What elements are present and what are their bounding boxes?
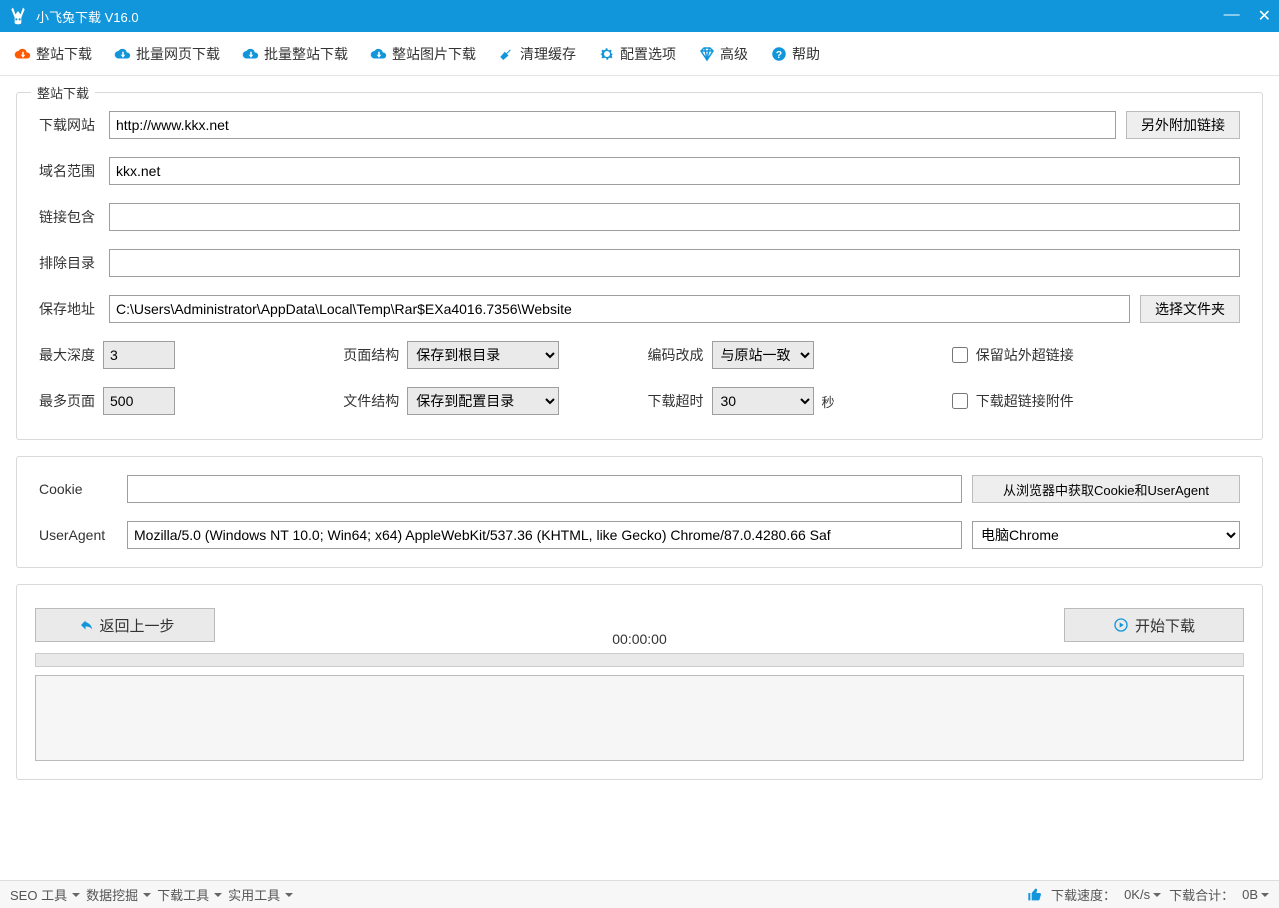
label-depth: 最大深度 [39,345,95,365]
url-input[interactable] [109,111,1116,139]
tool-help[interactable]: ? 帮助 [770,44,820,64]
help-icon: ? [770,45,788,63]
useragent-input[interactable] [127,521,962,549]
exclude-input[interactable] [109,249,1240,277]
cloud-download-icon [14,45,32,63]
label-domain: 域名范围 [39,161,109,181]
timeout-select[interactable]: 30 [712,387,814,415]
total-value[interactable]: 0B [1242,887,1269,902]
cloud-download-icon [370,45,388,63]
depth-input[interactable] [103,341,175,369]
broom-icon [498,45,516,63]
main-form: 整站下载 下载网站 另外附加链接 域名范围 链接包含 排除目录 保存地址 选择文… [16,92,1263,440]
toolbar: 整站下载 批量网页下载 批量整站下载 整站图片下载 清理缓存 配置选项 高级 ?… [0,32,1279,76]
tool-batch-page[interactable]: 批量网页下载 [114,44,220,64]
back-arrow-icon [75,616,93,634]
form-legend: 整站下载 [31,83,95,102]
label-encoding: 编码改成 [648,345,704,365]
tool-batch-site[interactable]: 批量整站下载 [242,44,348,64]
label-timeout: 下载超时 [648,391,704,411]
close-button[interactable]: ✕ [1258,6,1271,26]
get-cookie-button[interactable]: 从浏览器中获取Cookie和UserAgent [972,475,1240,503]
browse-folder-button[interactable]: 选择文件夹 [1140,295,1240,323]
tool-site-download[interactable]: 整站下载 [14,44,92,64]
label-exclude: 排除目录 [39,253,109,273]
diamond-icon [698,45,716,63]
gear-icon [598,45,616,63]
label-filestruct: 文件结构 [343,391,399,411]
tool-advanced[interactable]: 高级 [698,44,748,64]
progress-bar [35,653,1244,667]
thumbs-up-icon [1027,887,1043,903]
timer-text: 00:00:00 [612,631,667,647]
label-cookie: Cookie [39,481,127,497]
cloud-download-icon [114,45,132,63]
status-menu-util[interactable]: 实用工具 [228,885,293,904]
attach-link-button[interactable]: 另外附加链接 [1126,111,1240,139]
label-pagestruct: 页面结构 [343,345,399,365]
domain-input[interactable] [109,157,1240,185]
status-bar: SEO 工具 数据挖掘 下载工具 实用工具 下载速度： 0K/s 下载合计： 0… [0,880,1279,908]
tool-site-images[interactable]: 整站图片下载 [370,44,476,64]
tool-clear-cache[interactable]: 清理缓存 [498,44,576,64]
keep-external-links-checkbox[interactable] [952,347,968,363]
minimize-button[interactable]: — [1224,6,1240,26]
start-download-button[interactable]: 开始下载 [1064,608,1244,642]
pages-input[interactable] [103,387,175,415]
label-dlattach: 下载超链接附件 [976,391,1074,411]
useragent-type-select[interactable]: 电脑Chrome [972,521,1240,549]
filestruct-select[interactable]: 保存到配置目录 [407,387,559,415]
total-label: 下载合计： [1169,885,1234,904]
label-url: 下载网站 [39,115,109,135]
label-keeplinks: 保留站外超链接 [976,345,1074,365]
label-pages: 最多页面 [39,391,95,411]
status-menu-data[interactable]: 数据挖掘 [86,885,151,904]
encoding-select[interactable]: 与原站一致 [712,341,814,369]
speed-label: 下载速度： [1051,885,1116,904]
http-form: Cookie 从浏览器中获取Cookie和UserAgent UserAgent… [16,456,1263,568]
play-icon [1113,617,1129,633]
label-include: 链接包含 [39,207,109,227]
back-button[interactable]: 返回上一步 [35,608,215,642]
status-menu-seo[interactable]: SEO 工具 [10,885,80,904]
label-seconds: 秒 [822,392,835,411]
title-bar: 小飞兔下载 V16.0 — ✕ [0,0,1279,32]
status-menu-download[interactable]: 下载工具 [157,885,222,904]
svg-text:?: ? [776,48,782,60]
cookie-input[interactable] [127,475,962,503]
action-panel: 返回上一步 00:00:00 开始下载 [16,584,1263,780]
window-title: 小飞兔下载 V16.0 [36,7,1224,26]
include-input[interactable] [109,203,1240,231]
savepath-input[interactable] [109,295,1130,323]
label-savepath: 保存地址 [39,299,109,319]
tool-settings[interactable]: 配置选项 [598,44,676,64]
pagestruct-select[interactable]: 保存到根目录 [407,341,559,369]
label-useragent: UserAgent [39,527,127,543]
cloud-download-icon [242,45,260,63]
speed-value[interactable]: 0K/s [1124,887,1161,902]
app-logo-icon [8,6,28,26]
download-attachments-checkbox[interactable] [952,393,968,409]
log-output [35,675,1244,761]
